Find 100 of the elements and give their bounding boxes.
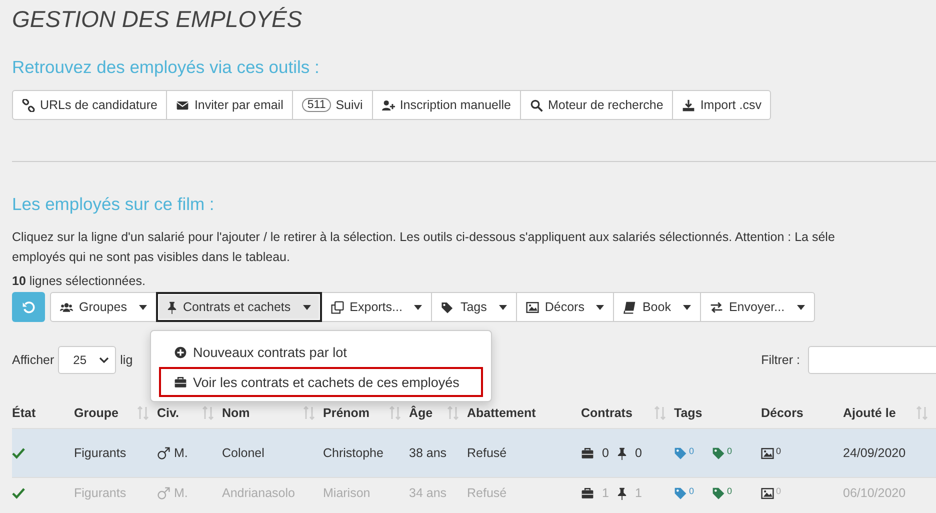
pin-icon <box>616 486 627 500</box>
dropdown-button[interactable]: Book <box>613 292 701 322</box>
search-icon <box>530 98 543 112</box>
swap-arrows-icon <box>710 300 723 314</box>
show-label: Afficher <box>12 353 54 367</box>
caret-icon <box>414 304 422 310</box>
column-header: État <box>12 406 37 420</box>
refresh-icon <box>22 300 35 314</box>
set-count: 0 <box>776 446 782 456</box>
table-cell: M. <box>174 446 188 460</box>
download-icon <box>682 98 696 112</box>
caret-icon <box>302 304 311 310</box>
book-icon <box>623 300 636 314</box>
sort-icon <box>916 406 928 420</box>
image-icon <box>761 446 774 460</box>
male-icon <box>157 446 170 460</box>
table-cell-text: Refusé <box>467 446 508 460</box>
tag-icon <box>712 487 726 500</box>
table-cell-text: Refusé <box>467 486 508 500</box>
section-heading: Les employés sur ce film : <box>12 194 216 215</box>
caret-icon <box>596 304 604 310</box>
column-header[interactable]: Contrats <box>581 406 674 420</box>
tag-count: 0 <box>689 446 694 456</box>
dropdown-button[interactable]: Tags <box>431 292 517 322</box>
chevron-down-icon <box>99 357 110 363</box>
caret-icon <box>682 304 691 310</box>
sort-icon <box>202 406 214 420</box>
table-cell-text: 06/10/2020 <box>843 486 907 500</box>
table-cell-text: Figurants <box>74 446 128 460</box>
sort-icon <box>137 406 149 420</box>
column-header: Décors <box>761 406 804 420</box>
tag-icon <box>674 446 687 460</box>
add-user-icon <box>382 98 395 112</box>
tool-button[interactable]: Import .csv <box>672 90 772 120</box>
copy-icon <box>330 300 344 314</box>
pin-icon <box>166 300 177 314</box>
contract-count: 0 <box>602 446 609 460</box>
link-icon <box>22 98 35 112</box>
instruction-text: Cliquez sur la ligne d'un salarié pour l'ajouter / le retirer à la sélection. Les outils ci-dessous s'appliquent aux salariés sélectionnés. Attention : La séle <box>12 229 836 246</box>
dropdown-button[interactable]: Envoyer... <box>700 292 815 322</box>
column-header[interactable]: Nom <box>222 406 323 420</box>
instruction-text: employés qui ne sont pas visibles dans le tableau. <box>12 249 291 266</box>
table-cell-text: 34 ans <box>409 486 448 500</box>
dropdown-button[interactable]: Groupes <box>50 292 157 322</box>
male-icon <box>157 486 170 500</box>
tag-count: 0 <box>727 446 732 456</box>
contract-count: 1 <box>602 486 609 500</box>
users-icon <box>60 300 73 314</box>
column-header[interactable]: Ajouté le <box>843 406 936 420</box>
tag-icon <box>674 487 687 500</box>
fee-count: 1 <box>634 486 642 500</box>
selection-count: 10 lignes sélectionnées. <box>12 273 146 289</box>
dropdown-button[interactable]: Exports... <box>320 292 432 322</box>
filter-label: Filtrer : <box>761 353 800 367</box>
tool-button[interactable]: Inviter par email <box>166 90 294 120</box>
column-header[interactable]: Groupe <box>74 406 157 420</box>
filter-field[interactable] <box>808 346 936 374</box>
column-header: Abattement <box>467 406 537 420</box>
sort-icon <box>447 406 459 420</box>
table-cell-text: Christophe <box>323 446 384 460</box>
tool-button[interactable]: Moteur de recherche <box>520 90 674 120</box>
section-heading: Retrouvez des employés via ces outils : <box>12 57 320 78</box>
column-header[interactable]: Civ. <box>157 406 222 420</box>
lines-label: lig <box>120 353 133 367</box>
tag-count: 0 <box>727 487 732 496</box>
tags-icon <box>441 300 454 314</box>
tag-count: 0 <box>689 487 694 496</box>
column-header: Tags <box>674 406 704 420</box>
envelope-icon <box>176 98 190 112</box>
sort-icon <box>389 406 401 420</box>
column-header[interactable]: Âge <box>409 406 467 420</box>
table-cell-text: 24/09/2020 <box>843 446 907 460</box>
tool-button[interactable]: 511 Suivi <box>292 90 373 120</box>
tag-icon <box>712 446 726 460</box>
dropdown-button[interactable]: Contrats et cachets <box>156 292 322 322</box>
fee-count: 0 <box>634 446 642 460</box>
caret-icon <box>498 304 507 310</box>
caret-icon <box>138 304 147 310</box>
plus-circle-icon <box>174 346 187 358</box>
tool-button[interactable]: Inscription manuelle <box>372 90 521 120</box>
pin-icon <box>616 446 627 460</box>
table-cell-text: Figurants <box>74 486 128 500</box>
dropdown-button[interactable]: Décors <box>516 292 614 322</box>
page-size-select[interactable]: 25 <box>58 346 116 374</box>
column-header[interactable]: Prénom <box>323 406 409 420</box>
table-cell: M. <box>174 486 188 500</box>
set-count: 0 <box>776 487 782 496</box>
tool-button[interactable]: URLs de candidature <box>12 90 168 120</box>
caret-icon <box>796 304 805 310</box>
refresh-button[interactable] <box>12 292 45 322</box>
page-title: GESTION DES EMPLOYÉS <box>12 5 304 34</box>
briefcase-icon <box>174 376 187 388</box>
count-badge: 511 <box>302 98 331 112</box>
sort-icon <box>654 406 666 420</box>
sort-icon <box>303 406 315 420</box>
briefcase-icon <box>581 486 594 500</box>
menu-item[interactable]: Voir les contrats et cachets de ces employés <box>159 367 483 397</box>
menu-item[interactable]: Nouveaux contrats par lot <box>159 337 483 367</box>
table-cell-text: Andrianasolo <box>222 486 296 500</box>
image-icon <box>526 300 539 314</box>
